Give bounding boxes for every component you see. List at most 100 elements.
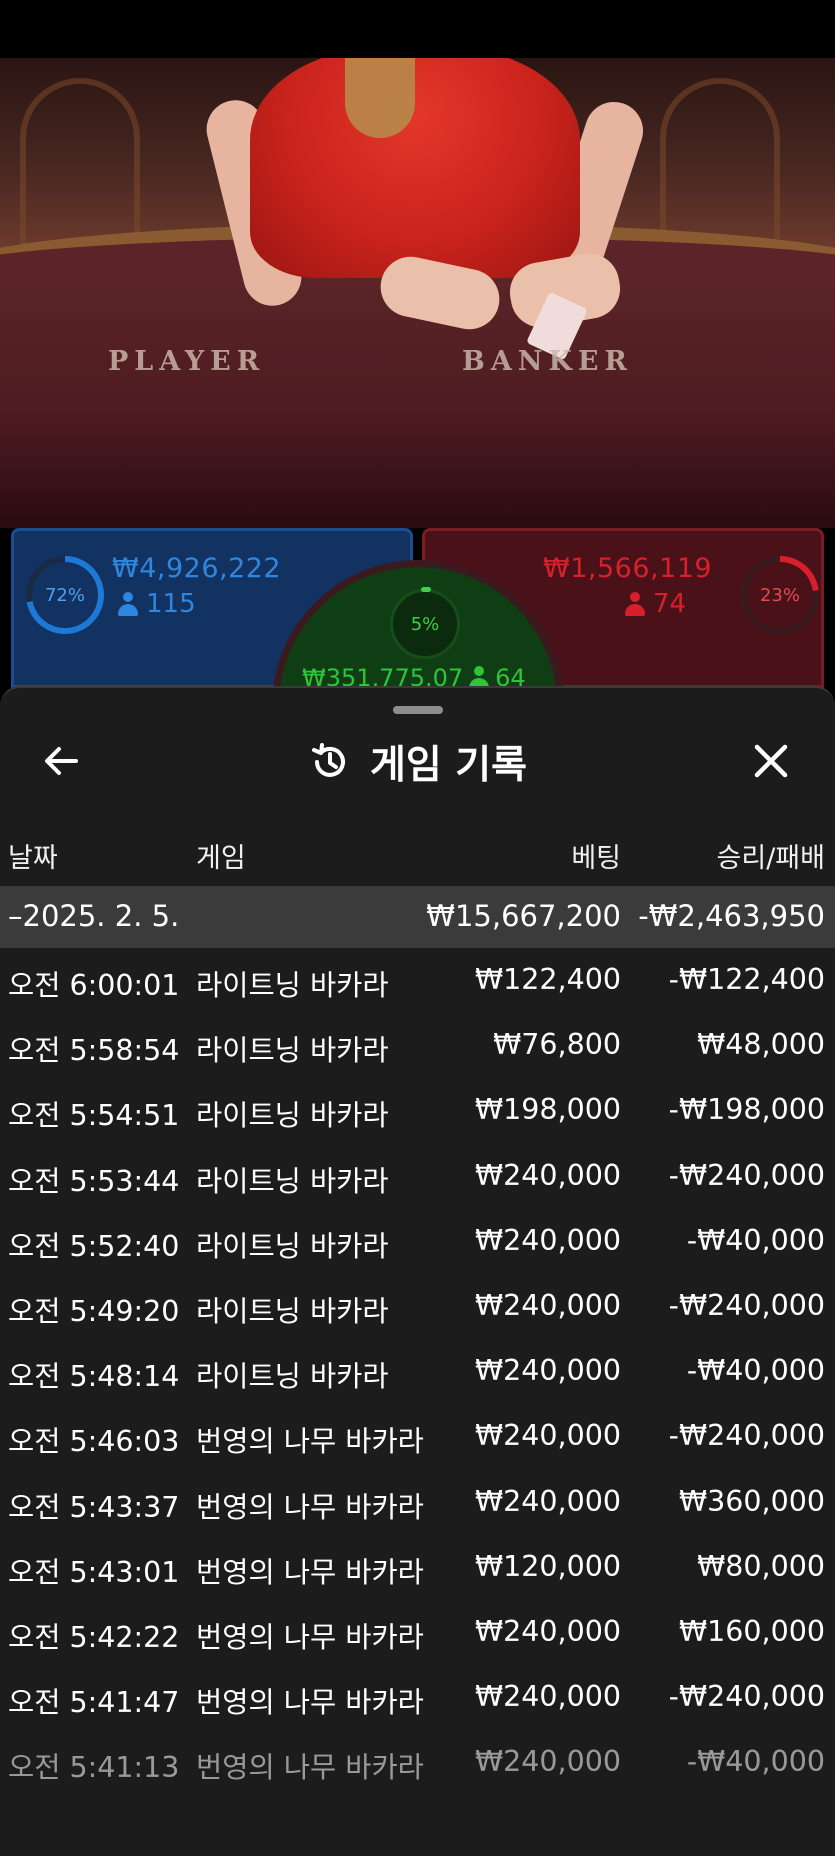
row-bet: ₩76,800 [493, 1028, 621, 1062]
row-result: -₩40,000 [686, 1223, 825, 1257]
felt-label-player: PLAYER [108, 346, 266, 377]
close-icon[interactable] [748, 738, 794, 784]
row-bet: ₩198,000 [474, 1093, 621, 1127]
row-game: 번영의 나무 바카라 [196, 1555, 424, 1589]
row-bet: ₩240,000 [474, 1680, 621, 1714]
row-time: 오전 5:43:37 [8, 1490, 180, 1524]
date-summary-row[interactable]: –2025. 2. 5. ₩15,667,200 -₩2,463,950 [0, 886, 835, 948]
banker-bet-amount: ₩1,566,119 [543, 553, 713, 584]
player-count: 115 [118, 589, 196, 619]
row-game: 라이트닝 바카라 [196, 1034, 389, 1068]
row-result: ₩360,000 [678, 1484, 825, 1518]
row-result: ₩160,000 [678, 1614, 825, 1648]
banker-count: 74 [625, 589, 686, 619]
row-time: 오전 6:00:01 [8, 969, 180, 1002]
game-history-sheet: 게임 기록 날짜 게임 베팅 승리/패배 –2025. 2. 5. ₩15,66… [0, 686, 835, 1856]
felt-label-banker: BANKER [462, 346, 633, 377]
table-row[interactable]: 오전 5:53:44 라이트닝 바카라 ₩240,000 -₩240,000 [0, 1144, 835, 1209]
row-time: 오전 5:58:54 [8, 1034, 180, 1068]
row-game: 번영의 나무 바카라 [196, 1686, 424, 1720]
table-row[interactable]: 오전 5:42:22 번영의 나무 바카라 ₩240,000 ₩160,000 [0, 1600, 835, 1665]
sheet-drag-handle[interactable] [393, 706, 443, 714]
table-row[interactable]: 오전 5:52:40 라이트닝 바카라 ₩240,000 -₩40,000 [0, 1209, 835, 1274]
row-result: -₩240,000 [668, 1288, 825, 1322]
row-result: -₩198,000 [668, 1093, 825, 1127]
row-result: -₩240,000 [668, 1158, 825, 1192]
table-row[interactable]: 오전 5:49:20 라이트닝 바카라 ₩240,000 -₩240,000 [0, 1274, 835, 1339]
player-percent-ring: 72% [26, 556, 104, 634]
table-row[interactable]: 오전 5:58:54 라이트닝 바카라 ₩76,800 ₩48,000 [0, 1013, 835, 1078]
player-percent: 72% [32, 562, 98, 628]
sheet-header: 게임 기록 [0, 732, 835, 792]
row-game: 라이트닝 바카라 [196, 1294, 389, 1328]
row-bet: ₩240,000 [474, 1158, 621, 1192]
dealer [250, 58, 580, 278]
row-time: 오전 5:53:44 [8, 1164, 180, 1198]
row-time: 오전 5:46:03 [8, 1425, 180, 1459]
summary-date: –2025. 2. 5. [8, 899, 180, 933]
table-row[interactable]: 오전 5:46:03 번영의 나무 바카라 ₩240,000 -₩240,000 [0, 1404, 835, 1469]
history-list: 오전 6:00:01 라이트닝 바카라 ₩122,400 -₩122,400 오전 5:… [0, 948, 835, 1795]
dealer-hair [345, 58, 415, 138]
banker-percent-ring: 23% [741, 556, 819, 634]
row-game: 라이트닝 바카라 [196, 1099, 389, 1133]
history-clock-icon [311, 743, 345, 777]
row-result: -₩240,000 [668, 1419, 825, 1453]
row-game: 번영의 나무 바카라 [196, 1620, 424, 1654]
row-bet: ₩240,000 [474, 1288, 621, 1322]
summary-bet: ₩15,667,200 [426, 899, 621, 933]
table-row[interactable]: 오전 5:48:14 라이트닝 바카라 ₩240,000 -₩40,000 [0, 1339, 835, 1404]
row-bet: ₩240,000 [474, 1484, 621, 1518]
row-time: 오전 5:54:51 [8, 1099, 180, 1133]
person-icon [625, 592, 645, 616]
person-icon [118, 592, 138, 616]
tie-percent-tick [421, 587, 431, 592]
table-row[interactable]: 오전 5:43:01 번영의 나무 바카라 ₩120,000 ₩80,000 [0, 1535, 835, 1600]
table-row[interactable]: 오전 5:41:13 번영의 나무 바카라 ₩240,000 -₩40,000 [0, 1730, 835, 1795]
row-result: -₩240,000 [668, 1680, 825, 1714]
top-bar [0, 0, 835, 58]
live-video: PLAYER BANKER [0, 58, 835, 528]
row-time: 오전 5:52:40 [8, 1229, 180, 1263]
row-time: 오전 5:41:13 [8, 1751, 180, 1785]
row-result: ₩80,000 [697, 1549, 825, 1583]
row-game: 라이트닝 바카라 [196, 1360, 389, 1394]
table-row[interactable]: 오전 6:00:01 라이트닝 바카라 ₩122,400 -₩122,400 [0, 948, 835, 1013]
row-bet: ₩122,400 [474, 963, 621, 996]
row-bet: ₩120,000 [474, 1549, 621, 1583]
row-bet: ₩240,000 [474, 1745, 621, 1779]
row-time: 오전 5:49:20 [8, 1294, 180, 1328]
column-header-bet: 베팅 [571, 843, 621, 874]
table-row[interactable]: 오전 5:43:37 번영의 나무 바카라 ₩240,000 ₩360,000 [0, 1470, 835, 1535]
column-header-result: 승리/패배 [716, 843, 825, 874]
summary-result: -₩2,463,950 [638, 899, 825, 933]
tie-percent: 5% [410, 613, 440, 635]
row-game: 번영의 나무 바카라 [196, 1490, 424, 1524]
row-game: 라이트닝 바카라 [196, 969, 389, 1002]
column-header-date: 날짜 [8, 843, 58, 874]
row-game: 번영의 나무 바카라 [196, 1751, 424, 1785]
row-bet: ₩240,000 [474, 1419, 621, 1453]
table-felt [0, 288, 835, 528]
row-game: 라이트닝 바카라 [196, 1229, 389, 1263]
table-row[interactable]: 오전 5:54:51 라이트닝 바카라 ₩198,000 -₩198,000 [0, 1078, 835, 1143]
page-title: 게임 기록 [369, 743, 528, 788]
row-result: ₩48,000 [697, 1028, 825, 1062]
player-bet-amount: ₩4,926,222 [112, 553, 282, 584]
player-count-value: 115 [146, 589, 196, 619]
row-bet: ₩240,000 [474, 1614, 621, 1648]
column-header-game: 게임 [196, 843, 246, 874]
row-result: -₩122,400 [668, 963, 825, 996]
wall-arch [20, 78, 140, 248]
wall-arch [660, 78, 780, 248]
row-time: 오전 5:41:47 [8, 1686, 180, 1720]
row-time: 오전 5:42:22 [8, 1620, 180, 1654]
row-bet: ₩240,000 [474, 1223, 621, 1257]
table-row[interactable]: 오전 5:41:47 번영의 나무 바카라 ₩240,000 -₩240,000 [0, 1665, 835, 1730]
row-result: -₩40,000 [686, 1354, 825, 1388]
banker-percent: 23% [747, 562, 813, 628]
row-result: -₩40,000 [686, 1745, 825, 1779]
tie-percent-ring: 5% [390, 589, 460, 659]
banker-count-value: 74 [653, 589, 687, 619]
row-time: 오전 5:48:14 [8, 1360, 180, 1394]
